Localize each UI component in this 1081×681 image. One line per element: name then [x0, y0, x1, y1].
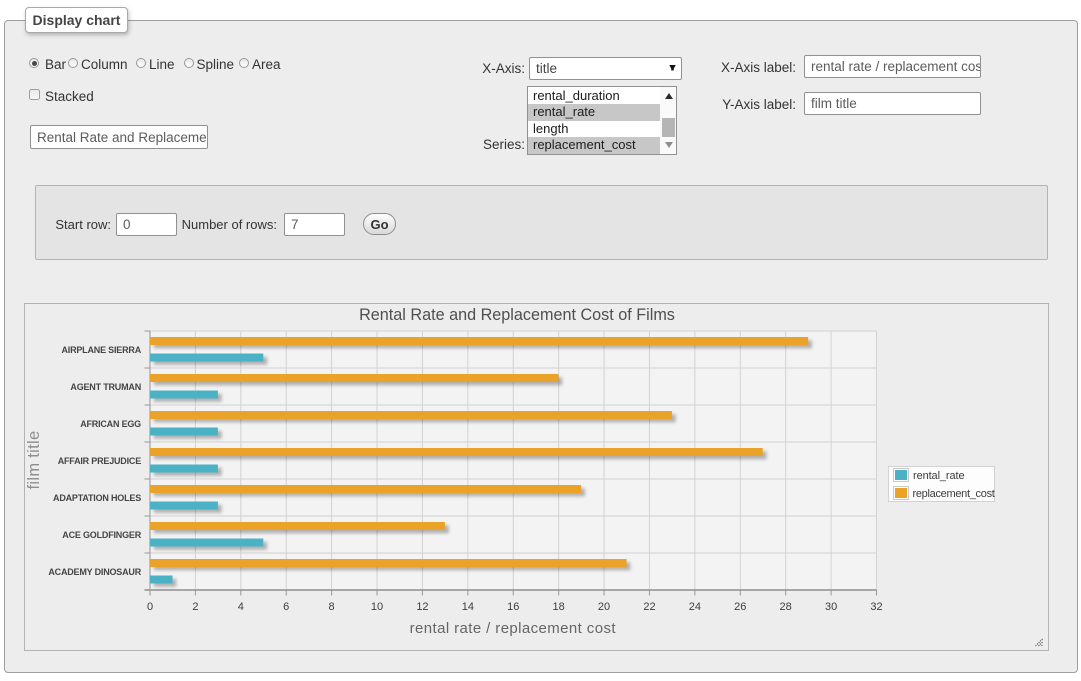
svg-text:22: 22 [643, 601, 655, 613]
svg-text:10: 10 [371, 601, 383, 613]
svg-text:AFFAIR PREJUDICE: AFFAIR PREJUDICE [58, 456, 142, 466]
svg-text:4: 4 [238, 601, 244, 613]
svg-text:16: 16 [507, 601, 519, 613]
svg-text:24: 24 [689, 601, 701, 613]
svg-text:14: 14 [462, 601, 474, 613]
svg-text:30: 30 [825, 601, 837, 613]
svg-text:ADAPTATION HOLES: ADAPTATION HOLES [53, 493, 141, 503]
svg-text:Rental Rate and Replacement Co: Rental Rate and Replacement Cost of Film… [359, 306, 675, 324]
svg-text:32: 32 [870, 601, 882, 613]
svg-text:0: 0 [147, 601, 153, 613]
svg-text:replacement_cost: replacement_cost [913, 488, 995, 500]
svg-text:2: 2 [192, 601, 198, 613]
svg-text:ACE GOLDFINGER: ACE GOLDFINGER [62, 530, 141, 540]
svg-text:26: 26 [734, 601, 746, 613]
svg-text:6: 6 [283, 601, 289, 613]
svg-text:20: 20 [598, 601, 610, 613]
svg-text:12: 12 [416, 601, 428, 613]
svg-text:rental rate / replacement cost: rental rate / replacement cost [410, 620, 617, 637]
svg-text:AGENT TRUMAN: AGENT TRUMAN [70, 382, 141, 392]
svg-text:ACADEMY DINOSAUR: ACADEMY DINOSAUR [48, 567, 141, 577]
svg-text:18: 18 [553, 601, 565, 613]
svg-text:28: 28 [780, 601, 792, 613]
svg-text:AFRICAN EGG: AFRICAN EGG [80, 419, 141, 429]
svg-text:AIRPLANE SIERRA: AIRPLANE SIERRA [61, 345, 141, 355]
svg-text:rental_rate: rental_rate [913, 470, 965, 482]
svg-text:film title: film title [25, 431, 43, 490]
svg-text:8: 8 [329, 601, 335, 613]
